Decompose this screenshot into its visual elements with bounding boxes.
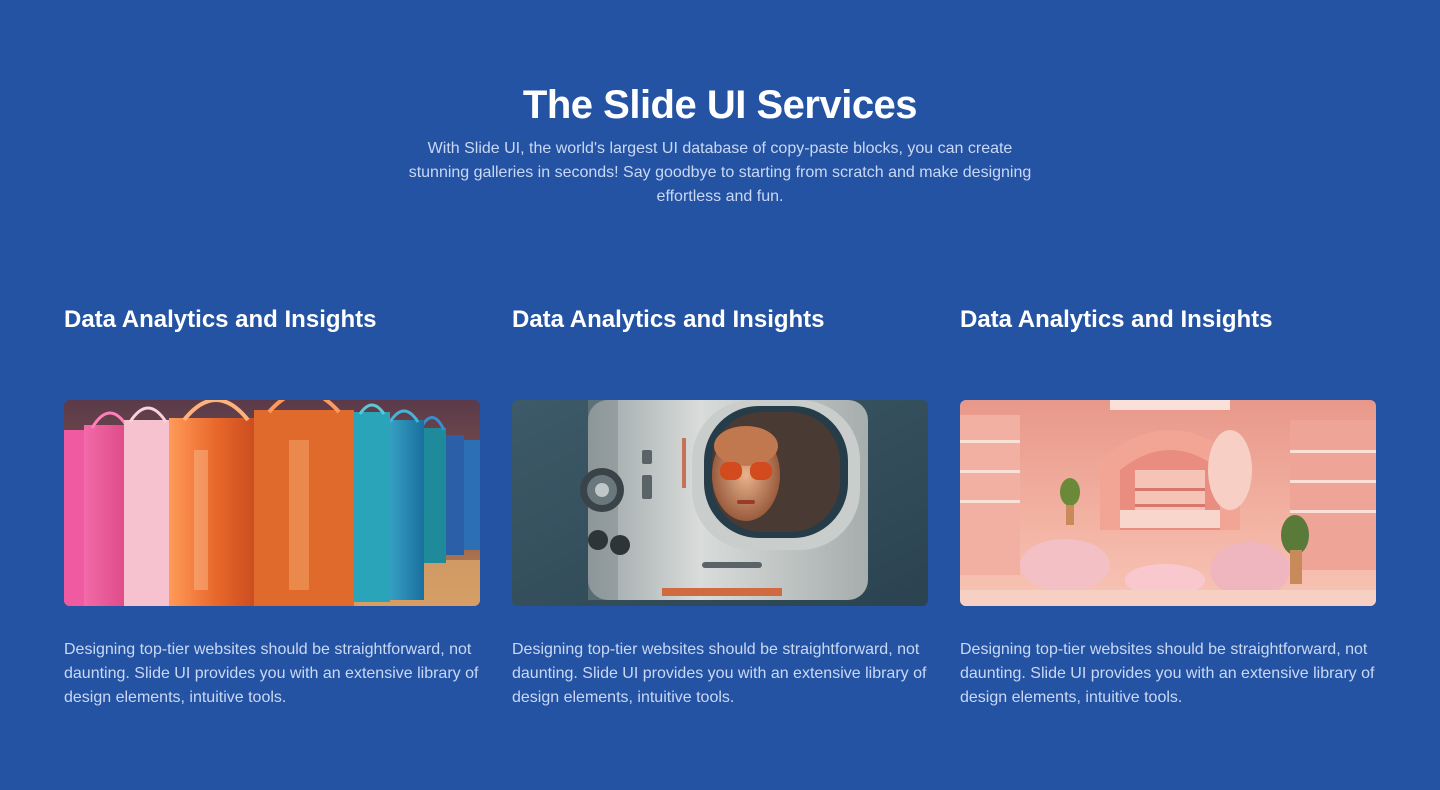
- service-cards: Data Analytics and Insights Designing to…: [64, 300, 1376, 706]
- card-description: Designing top-tier websites should be st…: [512, 641, 927, 706]
- retro-robot-image: [512, 400, 928, 606]
- pink-store-interior-image: [960, 400, 1376, 606]
- section-title: The Slide UI Services: [522, 83, 918, 127]
- service-card: Data Analytics and Insights Designing to…: [960, 300, 1376, 706]
- services-section: The Slide UI Services With Slide UI, the…: [0, 0, 1440, 790]
- card-title: Data Analytics and Insights: [960, 306, 1273, 333]
- card-description: Designing top-tier websites should be st…: [960, 641, 1375, 706]
- service-card: Data Analytics and Insights Designing to…: [64, 300, 480, 706]
- card-title: Data Analytics and Insights: [512, 306, 825, 333]
- shopping-bags-image: [64, 400, 480, 606]
- service-card: Data Analytics and Insights Designing to…: [512, 300, 928, 706]
- card-title: Data Analytics and Insights: [64, 306, 377, 333]
- card-description: Designing top-tier websites should be st…: [64, 641, 479, 706]
- section-description: With Slide UI, the world's largest UI da…: [408, 140, 1032, 205]
